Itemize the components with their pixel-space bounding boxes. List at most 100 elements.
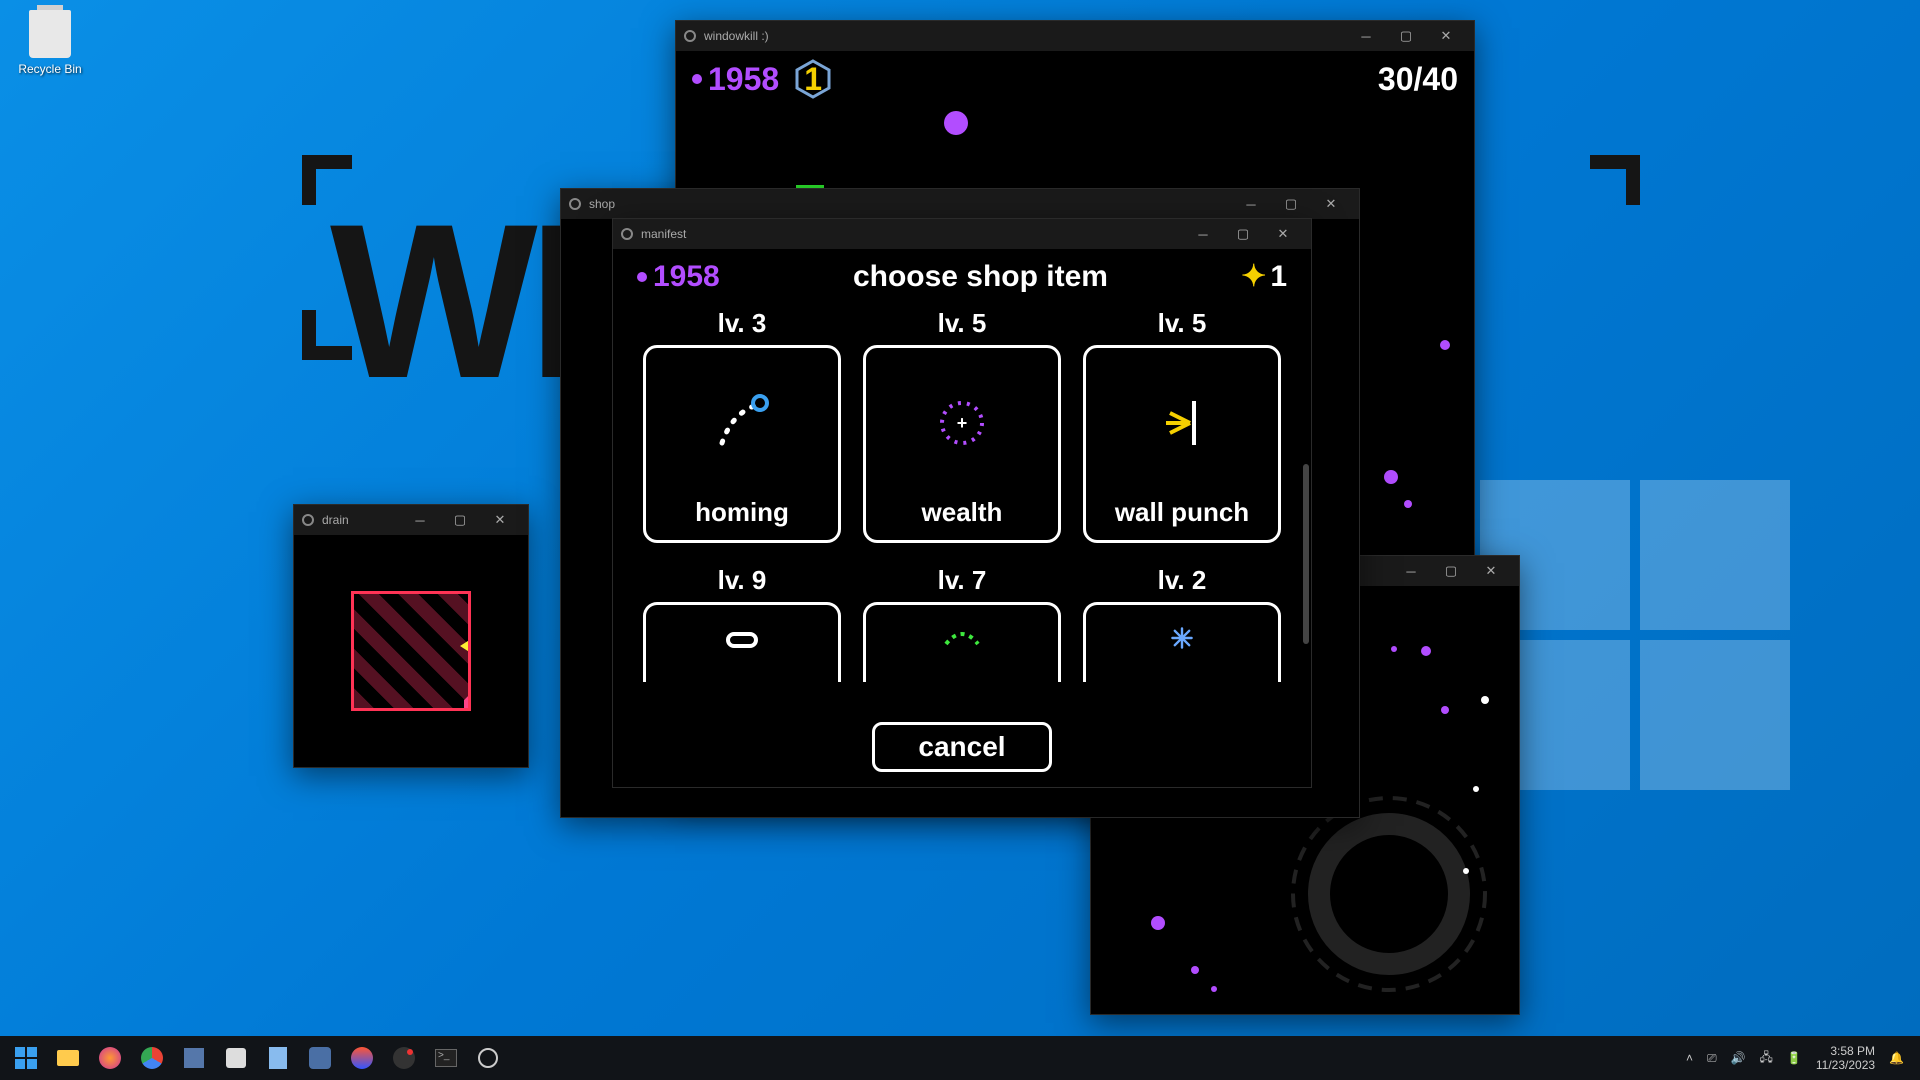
particle <box>1151 916 1165 930</box>
maximize-button[interactable]: ▢ <box>1271 190 1311 218</box>
minimize-button[interactable]: ─ <box>1346 22 1386 50</box>
app-icon[interactable] <box>216 1038 256 1078</box>
maximize-button[interactable]: ▢ <box>1223 220 1263 248</box>
particle <box>1421 646 1431 656</box>
particle <box>1440 340 1450 350</box>
battery-icon[interactable]: 🔋 <box>1787 1051 1802 1065</box>
window-title: windowkill :) <box>704 29 769 43</box>
snowflake-icon <box>1086 605 1278 670</box>
hex-count: 1 <box>804 61 822 98</box>
chrome-icon[interactable] <box>132 1038 172 1078</box>
shop-item: lv. 2 <box>1083 565 1281 682</box>
item-level: lv. 9 <box>718 565 767 596</box>
app-icon <box>684 30 696 42</box>
app-icon[interactable] <box>174 1038 214 1078</box>
manifest-window[interactable]: manifest ─ ▢ ✕ 1958 choose shop item ✦ 1… <box>612 218 1312 788</box>
network-icon[interactable]: 🖧 <box>1760 1048 1773 1069</box>
star-count: 1 <box>1270 260 1287 294</box>
minimize-button[interactable]: ─ <box>1231 190 1271 218</box>
recycle-bin-icon[interactable]: Recycle Bin <box>15 10 85 76</box>
close-button[interactable]: ✕ <box>1263 220 1303 248</box>
close-button[interactable]: ✕ <box>1426 22 1466 50</box>
explorer-icon[interactable] <box>48 1038 88 1078</box>
terminal-icon[interactable]: >_ <box>426 1038 466 1078</box>
tray-icon[interactable]: ⎚ <box>1707 1051 1717 1066</box>
app-icon[interactable] <box>258 1038 298 1078</box>
hex-badge: 1 <box>793 59 833 99</box>
minimize-button[interactable]: ─ <box>1391 557 1431 585</box>
item-level: lv. 5 <box>1158 308 1207 339</box>
octagon-icon <box>464 686 471 711</box>
item-card[interactable] <box>643 602 841 682</box>
app-icon[interactable] <box>300 1038 340 1078</box>
tray-chevron-icon[interactable]: ˄ <box>1686 1051 1693 1065</box>
system-tray[interactable]: ˄ ⎚ 🔊 🖧 🔋 3:58 PM 11/23/2023 🔔 <box>1686 1044 1914 1073</box>
shop-item: lv. 9 <box>643 565 841 682</box>
drain-area[interactable] <box>294 535 528 767</box>
notification-icon[interactable]: 🔔 <box>1889 1051 1904 1065</box>
cancel-button[interactable]: cancel <box>872 722 1052 772</box>
particle <box>1384 470 1398 484</box>
recycle-bin-label: Recycle Bin <box>15 62 85 76</box>
shop-score: 1958 <box>653 260 720 294</box>
scrollbar[interactable] <box>1301 404 1309 704</box>
start-button[interactable] <box>6 1038 46 1078</box>
drain-window[interactable]: drain ─ ▢ ✕ <box>293 504 529 768</box>
scrollbar-thumb[interactable] <box>1303 464 1309 644</box>
star-icon: ✦ <box>1241 259 1266 294</box>
item-level: lv. 3 <box>718 308 767 339</box>
window-title: manifest <box>641 227 686 241</box>
item-card[interactable] <box>863 602 1061 682</box>
game-hud: 1958 1 30/40 <box>676 51 1474 107</box>
windowkill-taskbar-icon[interactable] <box>468 1038 508 1078</box>
homing-icon <box>646 348 838 497</box>
particle <box>1211 986 1217 992</box>
maximize-button[interactable]: ▢ <box>1386 22 1426 50</box>
item-icon <box>646 605 838 670</box>
item-name: wall punch <box>1115 497 1249 528</box>
minimize-button[interactable]: ─ <box>1183 220 1223 248</box>
taskbar[interactable]: >_ ˄ ⎚ 🔊 🖧 🔋 3:58 PM 11/23/2023 🔔 <box>0 1036 1920 1080</box>
titlebar[interactable]: windowkill :) ─ ▢ ✕ <box>676 21 1474 51</box>
wallpaper-bracket <box>1590 155 1640 205</box>
app-icon <box>302 514 314 526</box>
volume-icon[interactable]: 🔊 <box>1731 1051 1746 1065</box>
item-level: lv. 7 <box>938 565 987 596</box>
titlebar[interactable]: shop ─ ▢ ✕ <box>561 189 1359 219</box>
item-card[interactable]: wall punch <box>1083 345 1281 543</box>
score-dot-icon <box>692 74 702 84</box>
triangle-icon <box>460 632 471 660</box>
item-card[interactable]: homing <box>643 345 841 543</box>
maximize-button[interactable]: ▢ <box>440 506 480 534</box>
close-button[interactable]: ✕ <box>1311 190 1351 218</box>
minimize-button[interactable]: ─ <box>400 506 440 534</box>
clock-time: 3:58 PM <box>1816 1044 1875 1058</box>
titlebar[interactable]: manifest ─ ▢ ✕ <box>613 219 1311 249</box>
firefox-icon[interactable] <box>90 1038 130 1078</box>
particle <box>1391 646 1397 652</box>
titlebar[interactable]: drain ─ ▢ ✕ <box>294 505 528 535</box>
close-button[interactable]: ✕ <box>1471 557 1511 585</box>
hp-value: 30/40 <box>1378 61 1458 98</box>
wallpaper-bracket <box>302 310 352 360</box>
item-level: lv. 2 <box>1158 565 1207 596</box>
app-icon[interactable] <box>384 1038 424 1078</box>
wall-punch-icon <box>1086 348 1278 497</box>
app-icon <box>621 228 633 240</box>
taskbar-clock[interactable]: 3:58 PM 11/23/2023 <box>1816 1044 1875 1073</box>
maximize-button[interactable]: ▢ <box>1431 557 1471 585</box>
particle <box>1473 786 1479 792</box>
shop-item-homing: lv. 3 homing <box>643 308 841 543</box>
hazard-box <box>351 591 471 711</box>
particle <box>1463 868 1469 874</box>
window-title: shop <box>589 197 615 211</box>
shop-title: choose shop item <box>720 260 1241 294</box>
item-icon <box>866 605 1058 670</box>
item-card[interactable]: + wealth <box>863 345 1061 543</box>
shop-item-wealth: lv. 5 + wealth <box>863 308 1061 543</box>
item-name: homing <box>695 497 789 528</box>
item-card[interactable] <box>1083 602 1281 682</box>
app-icon[interactable] <box>342 1038 382 1078</box>
close-button[interactable]: ✕ <box>480 506 520 534</box>
shop-item-wall-punch: lv. 5 wall punch <box>1083 308 1281 543</box>
